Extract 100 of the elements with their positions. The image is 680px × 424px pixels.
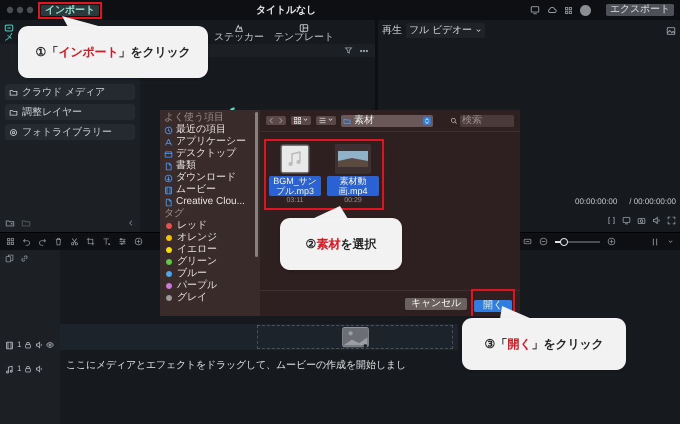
document-icon [164, 162, 173, 170]
forward-icon[interactable] [276, 116, 285, 125]
document-icon [164, 198, 173, 206]
sidebar-heading: タグ [164, 208, 185, 220]
undo-icon[interactable] [22, 237, 31, 246]
clock-icon [164, 126, 173, 134]
speaker-icon[interactable] [652, 216, 661, 225]
dialog-sidebar-item[interactable]: Creative Clou... [164, 196, 256, 208]
filter-icon[interactable] [344, 46, 353, 55]
window-title: タイトルなし [256, 4, 317, 18]
photos-icon [9, 128, 18, 136]
toolbar-tab[interactable]: テンプレート [274, 23, 334, 43]
navigation-buttons[interactable] [266, 116, 286, 125]
folder-icon [343, 116, 351, 124]
trash-icon[interactable] [54, 237, 63, 246]
track-size-icon[interactable] [650, 236, 660, 246]
redo-icon[interactable] [38, 237, 47, 246]
file-name[interactable]: 素材動画.mp4 [327, 176, 379, 196]
grid-icon [293, 116, 302, 125]
video-track-icon [5, 340, 14, 350]
avatar-icon[interactable] [580, 4, 591, 16]
sidebar-heading: よく使う項目 [164, 112, 225, 124]
file-name[interactable]: BGM_サンプル.mp3 [269, 176, 321, 196]
caption-icon[interactable] [523, 237, 532, 246]
location-dropdown[interactable]: 素材 [341, 114, 433, 126]
desktop-icon [164, 150, 173, 158]
open-button[interactable]: 開く [474, 300, 512, 312]
import-button[interactable]: インポート [41, 4, 99, 16]
dialog-sidebar-item[interactable]: パープル [164, 280, 256, 292]
audio-file-thumbnail[interactable] [280, 144, 310, 174]
fullscreen-icon[interactable] [667, 216, 676, 225]
sticker-icon [234, 23, 244, 33]
folder-icon [9, 88, 18, 96]
back-icon[interactable] [267, 116, 276, 125]
search-field[interactable]: 検索 [460, 114, 514, 126]
total-time: / 00:00:00:00 [629, 196, 676, 208]
track-number: 1 [17, 363, 22, 375]
speaker-icon[interactable] [35, 365, 44, 373]
dialog-sidebar-item[interactable]: イエロー [164, 244, 256, 256]
film-icon [164, 186, 173, 194]
monitor-icon[interactable] [530, 5, 540, 15]
image-placeholder-icon [342, 326, 368, 348]
cancel-button[interactable]: キャンセル [405, 298, 467, 310]
dialog-sidebar-item[interactable]: アプリケーシー [164, 136, 256, 148]
toolbar-tab[interactable]: ステッカー [214, 23, 264, 43]
image-icon[interactable] [666, 26, 676, 36]
audio-track-icon [5, 364, 14, 374]
dialog-sidebar-item[interactable]: ダウンロード [164, 172, 256, 184]
zoom-slider-thumb[interactable] [560, 238, 568, 246]
new-folder-icon[interactable] [5, 218, 15, 228]
plus-icon[interactable] [134, 237, 143, 246]
drop-hint: ここにメディアとエフェクトをドラッグして、ムービーの作成を開始しまし [66, 358, 407, 373]
crop-icon[interactable] [86, 237, 95, 246]
caret-icon [327, 116, 334, 123]
lock-icon[interactable] [24, 365, 32, 373]
eye-icon[interactable] [46, 341, 54, 349]
dialog-sidebar-item[interactable]: 最近の項目 [164, 124, 256, 136]
sidebar-item[interactable]: 調整レイヤー [5, 104, 135, 120]
caret-icon [474, 27, 482, 34]
zoom-out-icon[interactable] [539, 237, 548, 246]
toolbar-tab[interactable]: メ [4, 23, 14, 43]
dialog-sidebar-item[interactable]: ムービー [164, 184, 256, 196]
caret-icon[interactable] [667, 238, 674, 245]
grid-icon[interactable] [6, 237, 15, 246]
preview-label: 再生 [382, 24, 402, 38]
copy-icon[interactable] [5, 254, 14, 263]
lock-icon[interactable] [24, 341, 32, 349]
folder-icon [9, 108, 18, 116]
chevron-left-icon[interactable] [127, 219, 135, 227]
dialog-sidebar-item[interactable]: ブルー [164, 268, 256, 280]
sidebar-item[interactable]: クラウド メディア [5, 84, 135, 100]
adjust-icon[interactable] [118, 237, 127, 246]
monitor-icon[interactable] [622, 216, 631, 225]
zoom-in-icon[interactable] [607, 237, 616, 246]
dialog-sidebar-item[interactable]: レッド [164, 220, 256, 232]
caret-icon [302, 116, 309, 123]
quality-dropdown[interactable]: フル ビデオー [406, 23, 485, 38]
video-file-thumbnail[interactable] [335, 144, 371, 174]
speaker-icon[interactable] [35, 341, 44, 349]
dialog-sidebar-item[interactable]: グリーン [164, 256, 256, 268]
apps-icon [164, 138, 173, 146]
download-icon [164, 174, 173, 182]
dialog-sidebar-item[interactable]: オレンジ [164, 232, 256, 244]
dialog-sidebar-item[interactable]: デスクトップ [164, 148, 256, 160]
link-icon[interactable] [20, 254, 29, 263]
icon-view-button[interactable] [291, 116, 311, 125]
camera-icon[interactable] [637, 216, 646, 225]
media-icon [4, 23, 14, 33]
dialog-sidebar-item[interactable]: 書類 [164, 160, 256, 172]
text-tool-icon[interactable] [102, 237, 111, 246]
grid-icon[interactable] [564, 6, 573, 14]
export-button[interactable]: エクスポート [606, 4, 674, 16]
search-icon [450, 116, 458, 124]
brackets-icon[interactable] [607, 216, 616, 225]
template-icon [299, 23, 309, 33]
scissors-icon[interactable] [70, 237, 79, 246]
dialog-sidebar-item[interactable]: グレイ [164, 292, 256, 304]
sidebar-item[interactable]: フォトライブラリー [5, 124, 135, 140]
group-button[interactable] [316, 116, 336, 125]
cloud-icon[interactable] [547, 5, 557, 15]
